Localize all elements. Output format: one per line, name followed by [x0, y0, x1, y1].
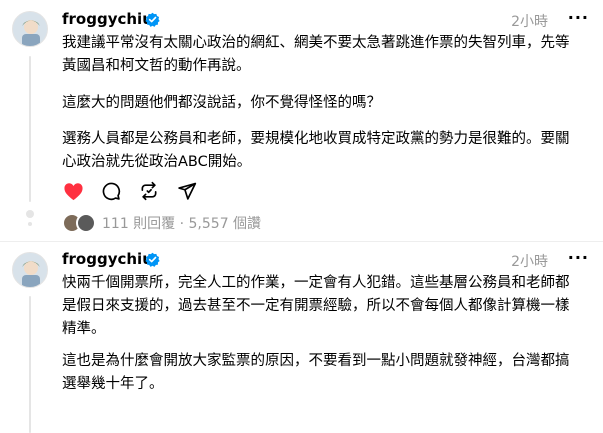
thread-end-dot	[28, 222, 32, 226]
more-options-button[interactable]: ···	[568, 8, 589, 27]
username[interactable]: froggychiu	[62, 10, 153, 28]
timestamp: 2小時	[511, 14, 548, 30]
thread-end-dot	[26, 210, 34, 218]
avatar[interactable]	[12, 11, 48, 47]
post-text: 選務人員都是公務員和老師，要規模化地收買成特定政黨的勢力是很難的。要關心政治就先…	[62, 131, 570, 170]
action-bar	[62, 180, 198, 202]
thread-line	[29, 296, 31, 433]
avatar[interactable]	[12, 252, 48, 288]
post-text: 快兩千個開票所，完全人工的作業，一定會有人犯錯。這些基層公務員和老師都是假日來支…	[62, 275, 570, 337]
repost-icon	[141, 181, 157, 201]
post-2: froggychiu 2小時 ··· 快兩千個開票所，完全人工的作業，一定會有人…	[0, 242, 603, 433]
replier-avatar	[76, 213, 96, 233]
more-options-button[interactable]: ···	[568, 248, 589, 267]
post-text: 這麼大的問題他們都沒說話，你不覺得怪怪的嗎？	[62, 95, 381, 111]
repost-button[interactable]	[138, 180, 160, 202]
verified-icon	[145, 252, 160, 267]
post-1: froggychiu 2小時 ··· 我建議平常沒有太關心政治的網紅、網美不要太…	[0, 0, 603, 240]
thread-line	[29, 56, 31, 202]
post-text: 我建議平常沒有太關心政治的網紅、網美不要太急著跳進作票的失智列車，先等黃國昌和柯…	[62, 35, 570, 74]
share-icon	[178, 182, 197, 200]
comment-icon	[102, 182, 121, 201]
username[interactable]: froggychiu	[62, 250, 153, 268]
stats-text: 111 則回覆 · 5,557 個讚	[102, 216, 262, 232]
post-text: 這也是為什麼會開放大家監票的原因，不要看到一點小問題就發神經，台灣都搞選舉幾十年…	[62, 353, 570, 392]
verified-icon	[145, 12, 160, 27]
heart-icon	[63, 182, 83, 200]
timestamp: 2小時	[511, 254, 548, 270]
comment-button[interactable]	[100, 180, 122, 202]
share-button[interactable]	[176, 180, 198, 202]
reply-like-stats[interactable]: 111 則回覆 · 5,557 個讚	[62, 213, 261, 233]
like-button[interactable]	[62, 180, 84, 202]
